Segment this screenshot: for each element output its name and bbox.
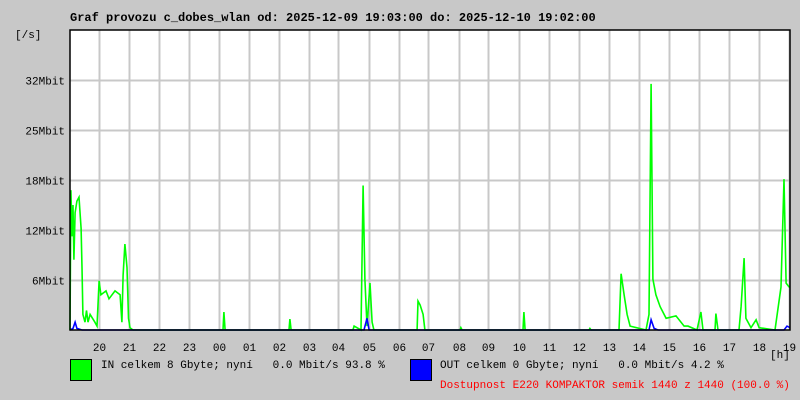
x-tick-label: 07 — [422, 343, 435, 355]
plot-svg: 20 21 22 23 00 01 02 03 04 05 06 07 08 09 10 11 12 13 14 15… — [25, 29, 796, 355]
y-tick-label: 32Mbit — [25, 77, 65, 89]
x-tick-label: 02 — [273, 343, 286, 355]
x-tick-label: 13 — [603, 343, 616, 355]
x-tick-label: 06 — [393, 343, 406, 355]
x-tick-label: 10 — [513, 343, 526, 355]
x-tick-label: 18 — [753, 343, 766, 355]
y-tick-label: 25Mbit — [25, 127, 65, 139]
x-tick-label: 21 — [123, 343, 137, 355]
x-tick-label: 08 — [453, 343, 466, 355]
traffic-graph: Graf provozu c_dobes_wlan od: 2025-12-09… — [0, 0, 800, 400]
x-tick-label: 19 — [783, 343, 796, 355]
x-tick-label: 09 — [482, 343, 495, 355]
x-tick-label: 14 — [633, 343, 647, 355]
y-tick-label: 18Mbit — [25, 177, 65, 189]
legend-out-text: OUT celkem 0 Gbyte; nyní 0.0 Mbit/s 4.2 … — [440, 360, 724, 372]
x-tick-label: 15 — [663, 343, 676, 355]
x-tick-label: 03 — [303, 343, 316, 355]
x-tick-label: 04 — [332, 343, 346, 355]
x-tick-label: 23 — [183, 343, 196, 355]
availability-text: Dostupnost E220 KOMPAKTOR semik 1440 z 1… — [440, 380, 790, 392]
x-tick-label: 20 — [93, 343, 106, 355]
x-tick-label: 00 — [213, 343, 226, 355]
y-tick-label: 6Mbit — [32, 277, 65, 289]
x-tick-label: 01 — [243, 343, 257, 355]
x-tick-label: 05 — [363, 343, 376, 355]
x-tick-label: 22 — [153, 343, 166, 355]
x-tick-label: 11 — [543, 343, 557, 355]
legend-out-swatch — [410, 359, 432, 381]
x-tick-label: 17 — [723, 343, 736, 355]
legend-in-text: IN celkem 8 Gbyte; nyní 0.0 Mbit/s 93.8 … — [101, 360, 385, 372]
x-tick-label: 16 — [693, 343, 706, 355]
x-tick-label: 12 — [573, 343, 586, 355]
y-tick-label: 12Mbit — [25, 227, 65, 239]
legend-in-swatch — [70, 359, 92, 381]
